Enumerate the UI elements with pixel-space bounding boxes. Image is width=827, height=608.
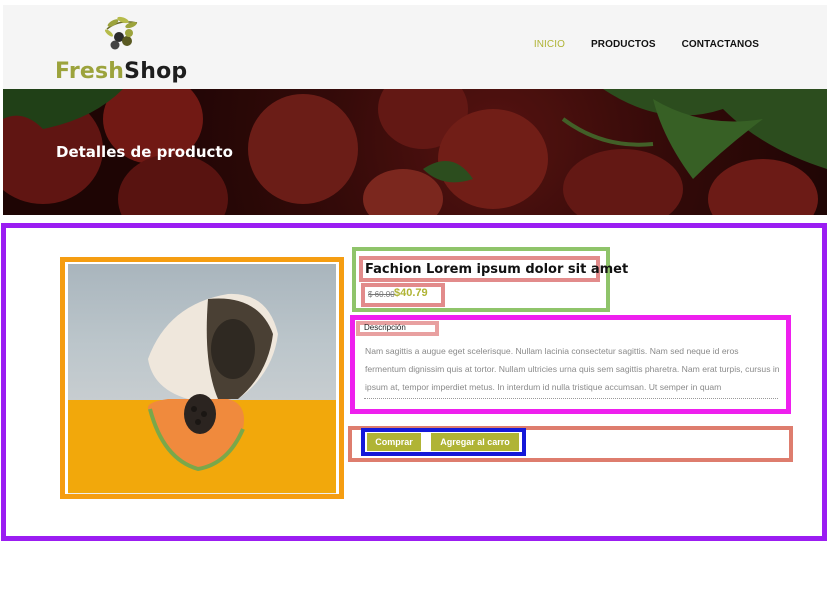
nav-item-productos[interactable]: PRODUCTOS	[591, 39, 656, 50]
add-to-cart-button[interactable]: Agregar al carro	[431, 433, 519, 451]
description-label: Descripción	[364, 323, 406, 332]
brand-logo[interactable]: FreshShop	[55, 13, 195, 85]
nav-item-inicio[interactable]: INICIO	[534, 39, 565, 50]
product-image-frame	[60, 257, 344, 499]
current-price: $40.79	[394, 287, 428, 299]
buy-button[interactable]: Comprar	[367, 433, 421, 451]
page-title: Detalles de producto	[56, 143, 233, 161]
hero-banner: Detalles de producto	[3, 89, 827, 215]
product-image	[68, 264, 336, 494]
site-header: FreshShop INICIO PRODUCTOS CONTACTANOS	[3, 5, 827, 89]
product-title: Fachion Lorem ipsum dolor sit amet	[365, 262, 629, 277]
papaya-illustration	[147, 293, 278, 472]
description-divider	[364, 398, 778, 399]
main-nav: INICIO PRODUCTOS CONTACTANOS	[534, 39, 759, 50]
nav-item-contactanos[interactable]: CONTACTANOS	[682, 39, 759, 50]
old-price: $ 60.00	[368, 290, 395, 299]
brand-name: FreshShop	[55, 59, 188, 84]
olive-branch-icon	[104, 16, 138, 50]
description-text: Nam sagittis a augue eget scelerisque. N…	[365, 346, 780, 392]
